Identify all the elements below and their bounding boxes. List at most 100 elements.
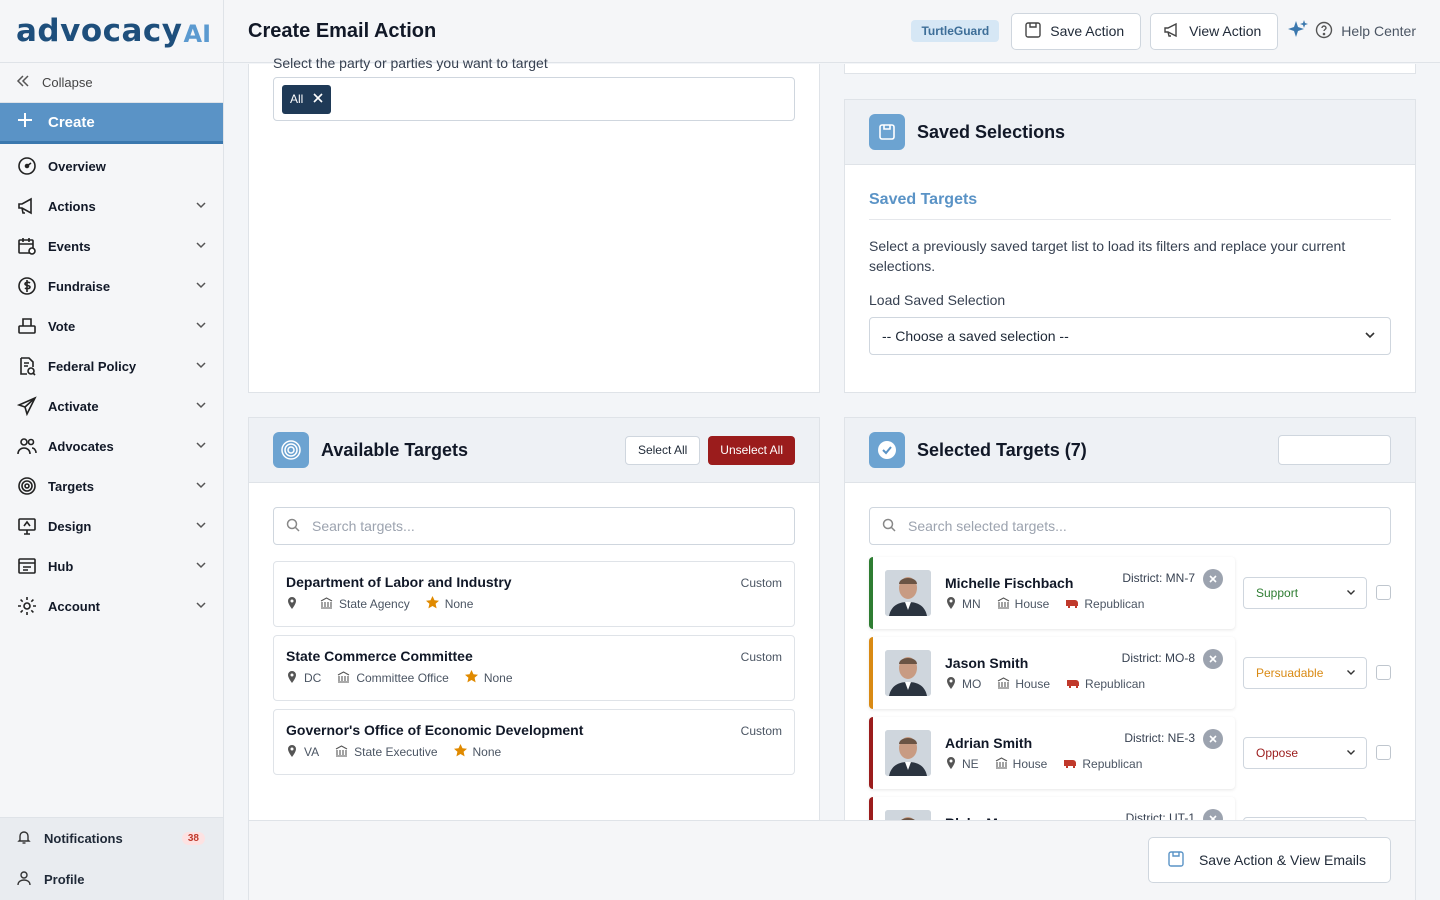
profile-item[interactable]: Profile — [0, 859, 223, 900]
sidebar-nav: Overview Actions Events Fundraise Vote F… — [0, 144, 223, 626]
paper-plane-icon — [16, 395, 38, 417]
available-target-card[interactable]: Department of Labor and Industry Custom … — [273, 561, 795, 627]
sidebar-item-label: Overview — [48, 158, 106, 174]
sidebar-item-events[interactable]: Events — [0, 226, 223, 266]
sidebar-item-fundraise[interactable]: Fundraise — [0, 266, 223, 306]
available-target-card[interactable]: Governor's Office of Economic Developmen… — [273, 709, 795, 775]
logo[interactable]: advocacy AI — [0, 0, 223, 63]
target-meta: VA State Executive None — [286, 744, 782, 760]
sidebar-item-label: Activate — [48, 398, 99, 414]
target-kind: Custom — [740, 724, 782, 738]
target-party: None — [483, 671, 513, 685]
create-button[interactable]: Create — [0, 103, 223, 144]
selected-target-meta: NE House Republican — [945, 756, 1235, 772]
notifications-item[interactable]: Notifications 38 — [0, 818, 223, 859]
select-all-button[interactable]: Select All — [624, 435, 701, 465]
save-view-emails-button[interactable]: Save Action & View Emails — [1147, 837, 1391, 883]
party-label: Select the party or parties you want to … — [273, 55, 548, 71]
map-pin-icon — [286, 596, 298, 612]
search-selected-input[interactable]: Search selected targets... — [869, 507, 1391, 545]
saved-selections-body: Saved Targets Select a previously saved … — [845, 165, 1415, 355]
help-center-label: Help Center — [1341, 23, 1416, 39]
sidebar-item-hub[interactable]: Hub — [0, 546, 223, 586]
target-office: State Agency — [339, 597, 410, 611]
remove-target-button[interactable] — [1203, 649, 1223, 669]
avatar — [885, 730, 931, 776]
party-panel: Select the party or parties you want to … — [248, 55, 820, 393]
star-icon — [464, 670, 478, 686]
available-target-card[interactable]: State Commerce Committee Custom DC Commi… — [273, 635, 795, 701]
sidebar-item-federal-policy[interactable]: Federal Policy — [0, 346, 223, 386]
remove-target-button[interactable] — [1203, 569, 1223, 589]
target-meta: DC Committee Office None — [286, 670, 782, 686]
sidebar-item-targets[interactable]: Targets — [0, 466, 223, 506]
party-chip: All — [282, 84, 332, 114]
sidebar-item-design[interactable]: Design — [0, 506, 223, 546]
bulk-stance-select[interactable] — [1278, 435, 1391, 465]
select-target-checkbox[interactable] — [1376, 665, 1391, 680]
target-icon — [273, 432, 309, 468]
chevron-down-icon — [195, 359, 207, 374]
help-center-link[interactable]: Help Center — [1315, 21, 1416, 42]
target-kind: Custom — [740, 650, 782, 664]
logo-ai: AI — [183, 19, 212, 48]
remove-target-button[interactable] — [1203, 729, 1223, 749]
selected-target-state: NE — [962, 757, 979, 771]
divider — [869, 219, 1391, 220]
building-icon — [997, 676, 1010, 692]
chevron-down-icon — [195, 239, 207, 254]
sidebar-item-label: Targets — [48, 478, 94, 494]
view-action-button[interactable]: View Action — [1150, 12, 1279, 50]
map-pin-icon — [945, 756, 957, 772]
save-action-label: Save Action — [1050, 23, 1125, 39]
saved-selection-select[interactable]: -- Choose a saved selection -- — [869, 317, 1391, 355]
saved-selection-value: -- Choose a saved selection -- — [882, 328, 1069, 344]
sidebar-item-actions[interactable]: Actions — [0, 186, 223, 226]
selected-target-district: District: NE-3 — [1124, 731, 1195, 745]
target-name: Department of Labor and Industry — [286, 574, 512, 590]
sidebar-item-activate[interactable]: Activate — [0, 386, 223, 426]
available-targets-title: Available Targets — [321, 439, 469, 460]
save-icon — [869, 114, 905, 150]
sidebar-item-advocates[interactable]: Advocates — [0, 426, 223, 466]
unselect-all-button[interactable]: Unselect All — [708, 435, 795, 465]
save-action-button[interactable]: Save Action — [1011, 12, 1142, 50]
target-state: VA — [304, 745, 320, 759]
map-pin-icon — [945, 596, 957, 612]
saved-selections-title: Saved Selections — [917, 121, 1066, 142]
building-icon — [995, 756, 1008, 772]
chevron-down-icon — [1364, 328, 1376, 344]
selected-target-card[interactable]: Michelle Fischbach MN House Republican D… — [869, 557, 1235, 629]
sidebar-item-vote[interactable]: Vote — [0, 306, 223, 346]
search-targets-input[interactable]: Search targets... — [273, 507, 795, 545]
sparkles-icon[interactable] — [1287, 19, 1309, 44]
select-target-checkbox[interactable] — [1376, 745, 1391, 760]
sidebar-item-account[interactable]: Account — [0, 586, 223, 626]
collapse-button[interactable]: Collapse — [0, 63, 223, 103]
party-multiselect[interactable]: All — [273, 77, 795, 121]
calendar-icon — [16, 235, 38, 257]
saved-selections-panel: Saved Selections Saved Targets Select a … — [844, 99, 1416, 393]
selected-target-card[interactable]: Adrian Smith NE House Republican Distric… — [869, 717, 1235, 789]
map-pin-icon — [286, 670, 298, 686]
selected-target-party: Republican — [1082, 757, 1143, 771]
target-office: State Executive — [354, 745, 438, 759]
selected-targets-title: Selected Targets (7) — [917, 439, 1087, 460]
org-tag: TurtleGuard — [911, 20, 1000, 42]
chevron-down-icon — [1346, 666, 1356, 680]
selected-target-row: Michelle Fischbach MN House Republican D… — [869, 557, 1391, 629]
select-target-checkbox[interactable] — [1376, 585, 1391, 600]
selected-target-chamber: House — [1014, 597, 1050, 611]
close-icon[interactable] — [313, 92, 323, 106]
stance-select[interactable]: Oppose — [1243, 737, 1367, 769]
selected-target-state: MN — [962, 597, 981, 611]
sidebar-item-overview[interactable]: Overview — [0, 146, 223, 186]
save-icon — [1167, 850, 1185, 871]
stance-value: Oppose — [1256, 746, 1299, 760]
elephant-icon — [1063, 757, 1077, 772]
selected-target-card[interactable]: Jason Smith MO House Republican District… — [869, 637, 1235, 709]
sidebar-item-label: Account — [48, 598, 100, 614]
chevron-down-icon — [1346, 746, 1356, 760]
stance-select[interactable]: Persuadable — [1243, 657, 1367, 689]
stance-select[interactable]: Support — [1243, 577, 1367, 609]
